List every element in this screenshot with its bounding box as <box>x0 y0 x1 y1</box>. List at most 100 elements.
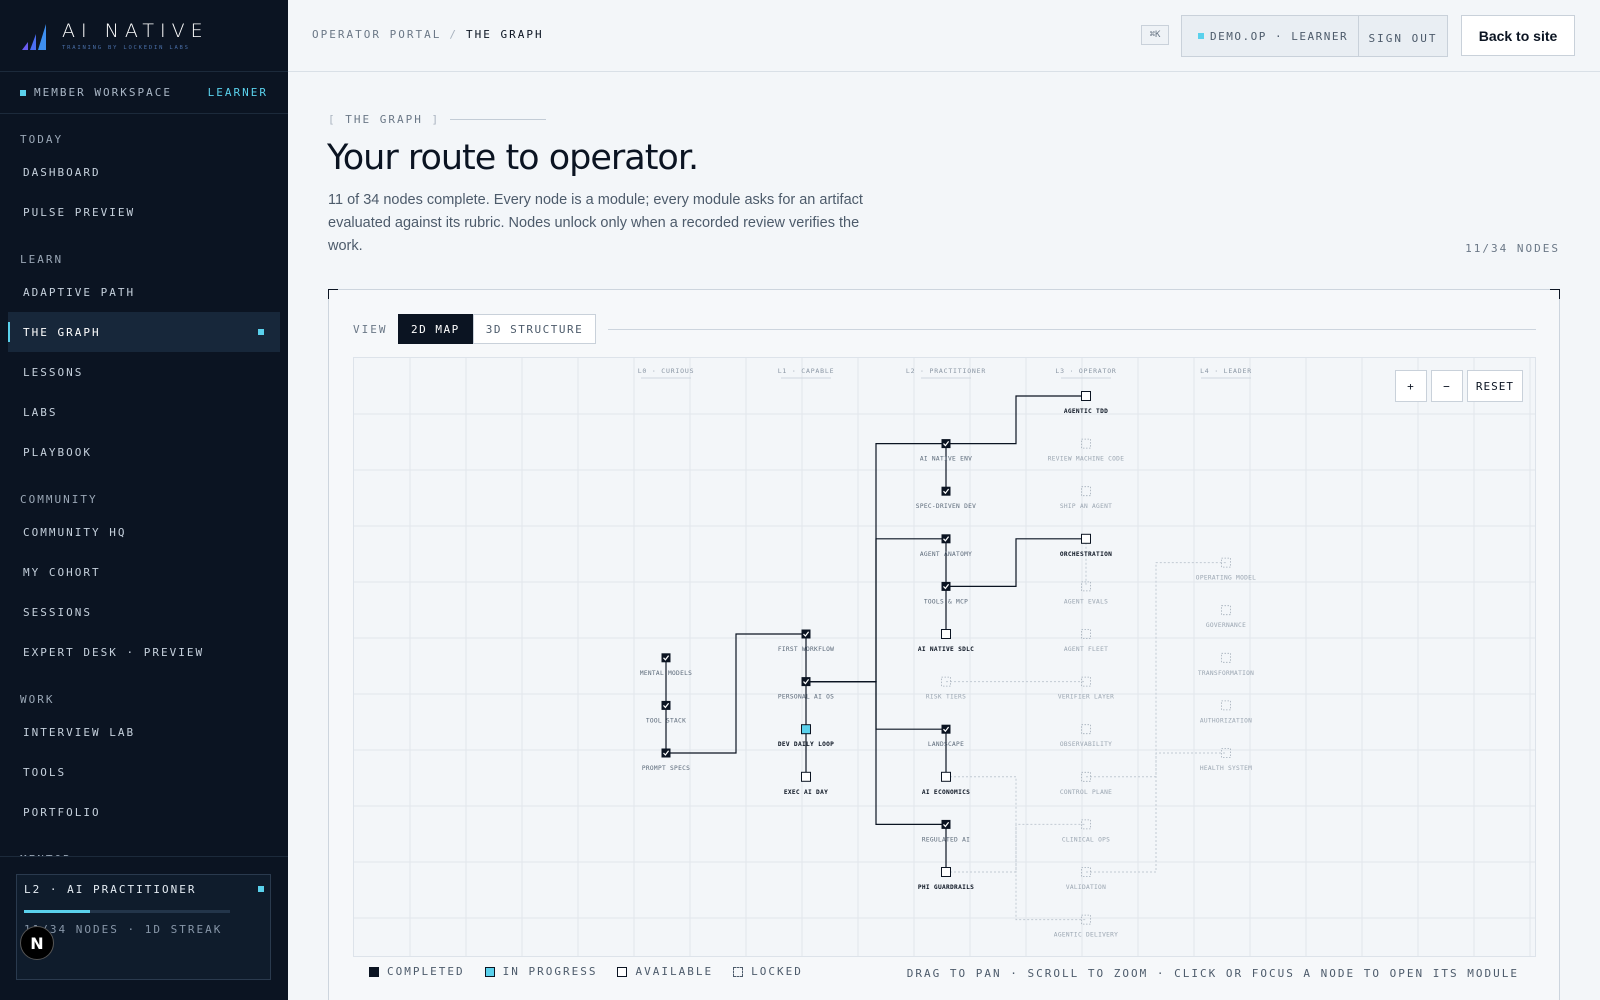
brand[interactable]: AI NATIVE TRAINING BY LOCKEDIN LABS <box>0 0 288 72</box>
graph-node-label: RISK TIERS <box>926 694 966 701</box>
sidebar-item-labs[interactable]: LABS <box>8 392 280 432</box>
sidebar-item-playbook[interactable]: PLAYBOOK <box>8 432 280 472</box>
locked-node-icon <box>1221 605 1231 616</box>
sidebar-item-label: EXPERT DESK · PREVIEW <box>23 645 205 659</box>
column-header: L1 · CAPABLE <box>778 367 835 375</box>
sidebar-nav: TODAY DASHBOARD PULSE PREVIEW LEARN ADAPTIVE… <box>0 114 288 872</box>
completed-node-icon <box>941 724 951 734</box>
sidebar-item-expert-desk-preview[interactable]: EXPERT DESK · PREVIEW <box>8 632 280 672</box>
available-node-icon <box>1081 533 1091 544</box>
available-node-icon <box>941 771 951 782</box>
user-identity: DEMO.OP · LEARNER <box>1182 16 1359 56</box>
sidebar-item-tools[interactable]: TOOLS <box>8 752 280 792</box>
graph-canvas[interactable]: L0 · CURIOUS L1 · CAPABLE L2 · PRACTITIONE… <box>353 357 1536 957</box>
graph-node-vl: VERIFIER LAYER <box>1058 676 1114 701</box>
graph-edge <box>806 538 946 683</box>
tab-2d-map[interactable]: 2D MAP <box>398 314 473 344</box>
graph-node-label: CLINICAL OPS <box>1062 836 1110 843</box>
sidebar-item-sessions[interactable]: SESSIONS <box>8 592 280 632</box>
sidebar-item-lessons[interactable]: LESSONS <box>8 352 280 392</box>
graph-panel: VIEW 2D MAP 3D STRUCTURE L0 · CURIOUS L1 … <box>328 289 1560 1000</box>
completed-node-icon <box>661 700 671 710</box>
back-to-site-button[interactable]: Back to site <box>1461 15 1575 56</box>
graph-node-label: FIRST WORKFLOW <box>778 646 834 653</box>
graph-node-label: AGENT EVALS <box>1064 598 1108 605</box>
workspace-label: MEMBER WORKSPACE <box>34 86 172 99</box>
legend-label: LOCKED <box>751 965 803 978</box>
graph-node-ead[interactable]: EXEC AI DAY <box>784 771 828 796</box>
graph-node-label: TOOL STACK <box>646 717 686 724</box>
n-badge-icon[interactable]: N <box>20 926 54 960</box>
sidebar-item-the-graph[interactable]: THE GRAPH <box>8 312 280 352</box>
graph-node-label: PHI GUARDRAILS <box>918 884 974 891</box>
sign-out-button[interactable]: SIGN OUT <box>1359 16 1447 56</box>
graph-node-label: VERIFIER LAYER <box>1058 694 1114 701</box>
graph-node-label: PERSONAL AI OS <box>778 694 834 701</box>
zoom-reset-button[interactable]: RESET <box>1466 370 1523 402</box>
available-node-icon <box>941 629 951 639</box>
sidebar-item-pulse-preview[interactable]: PULSE PREVIEW <box>8 192 280 232</box>
legend-label: IN PROGRESS <box>502 965 598 978</box>
graph-node-orc[interactable]: ORCHESTRATION <box>1060 533 1112 558</box>
graph-node-label: AUTHORIZATION <box>1200 717 1252 724</box>
graph-node-label: CONTROL PLANE <box>1060 789 1112 796</box>
zoom-out-button[interactable]: − <box>1430 370 1463 402</box>
graph-node-gov: GOVERNANCE <box>1206 605 1246 629</box>
graph-node-label: AGENT FLEET <box>1064 646 1108 653</box>
level-subtitle: 11/34 NODES · 1D STREAK <box>24 923 223 936</box>
sidebar-item-label: MY COHORT <box>23 565 101 579</box>
topbar: OPERATOR PORTAL / THE GRAPH ⌘K DEMO.OP · L… <box>288 0 1600 72</box>
sidebar-item-portfolio[interactable]: PORTFOLIO <box>8 792 280 832</box>
sidebar-item-adaptive-path[interactable]: ADAPTIVE PATH <box>8 272 280 312</box>
sidebar-item-interview-lab[interactable]: INTERVIEW LAB <box>8 712 280 752</box>
graph-node-label: SHIP AN AGENT <box>1060 503 1112 510</box>
tab-3d-structure[interactable]: 3D STRUCTURE <box>472 314 597 344</box>
graph-node-ans[interactable]: AI NATIVE SDLC <box>918 629 974 654</box>
page-title: Your route to operator. <box>327 138 699 178</box>
graph-node-label: ORCHESTRATION <box>1060 551 1112 558</box>
locked-node-icon <box>1081 724 1091 735</box>
graph-node-aev: AGENT EVALS <box>1064 581 1108 605</box>
command-shortcut[interactable]: ⌘K <box>1141 25 1169 45</box>
graph-node-label: HEALTH SYSTEM <box>1200 765 1252 772</box>
graph-node-label: REVIEW MACHINE CODE <box>1048 456 1124 463</box>
sidebar: AI NATIVE TRAINING BY LOCKEDIN LABS MEMB… <box>0 0 288 1000</box>
completed-node-icon <box>941 581 951 591</box>
graph-node-label: SPEC-DRIVEN DEV <box>916 503 976 510</box>
graph-edge <box>946 538 1086 587</box>
graph-node-ps[interactable]: PROMPT SPECS <box>642 748 690 773</box>
workspace-bar: MEMBER WORKSPACE LEARNER <box>0 72 288 114</box>
graph-node-atd[interactable]: AGENTIC TDD <box>1064 391 1108 416</box>
sidebar-footer: L2 · AI PRACTITIONER 11/34 NODES · 1D ST… <box>0 856 288 1000</box>
sidebar-item-community-hq[interactable]: COMMUNITY HQ <box>8 512 280 552</box>
graph-node-ae[interactable]: AI ECONOMICS <box>922 771 970 796</box>
graph-node-co: CLINICAL OPS <box>1062 819 1110 843</box>
graph-node-label: AGENT ANATOMY <box>920 551 972 558</box>
legend-in-progress: IN PROGRESS <box>484 965 598 978</box>
nav-section-learn: LEARN <box>20 253 64 266</box>
locked-node-icon <box>1081 914 1091 925</box>
sidebar-item-my-cohort[interactable]: MY COHORT <box>8 552 280 592</box>
sidebar-item-label: PLAYBOOK <box>23 445 92 459</box>
sidebar-item-dashboard[interactable]: DASHBOARD <box>8 152 280 192</box>
nav-section-work: WORK <box>20 693 55 706</box>
graph-node-sdd[interactable]: SPEC-DRIVEN DEV <box>916 486 976 511</box>
breadcrumb-root[interactable]: OPERATOR PORTAL <box>312 28 441 41</box>
completed-node-icon <box>941 534 951 544</box>
sidebar-item-label: DASHBOARD <box>23 165 101 179</box>
zoom-in-button[interactable]: + <box>1394 370 1427 402</box>
column-header: L0 · CURIOUS <box>638 367 695 375</box>
graph-node-label: AGENTIC TDD <box>1064 408 1108 415</box>
eyebrow: [ THE GRAPH ] <box>328 113 547 126</box>
eyebrow-label: THE GRAPH <box>345 113 423 126</box>
nav-section-today: TODAY <box>20 133 64 146</box>
graph-svg[interactable]: L0 · CURIOUS L1 · CAPABLE L2 · PRACTITIONE… <box>354 358 1536 957</box>
locked-node-icon <box>1081 438 1091 449</box>
graph-edge <box>946 395 1086 445</box>
graph-node-afl: AGENT FLEET <box>1064 629 1108 653</box>
graph-node-label: PROMPT SPECS <box>642 765 690 772</box>
level-progress-bar <box>24 910 230 913</box>
completed-node-icon <box>661 748 671 758</box>
graph-node-phi[interactable]: PHI GUARDRAILS <box>918 867 974 892</box>
user-status-icon <box>1198 33 1204 39</box>
